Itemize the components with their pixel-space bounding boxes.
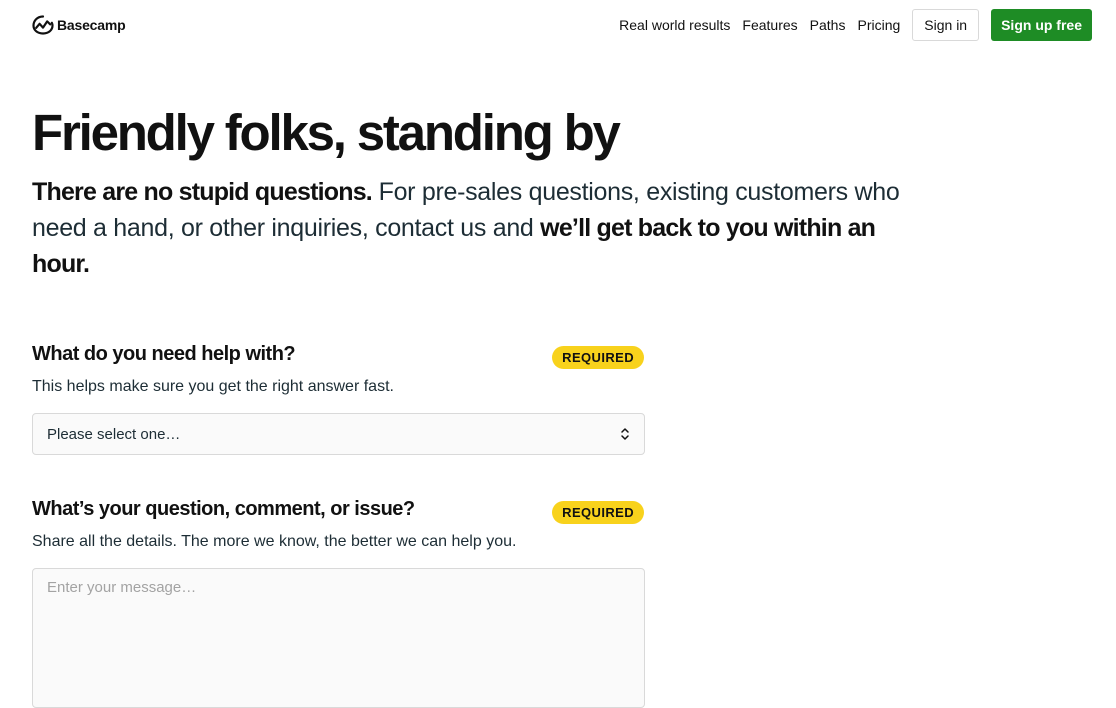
select-chevrons-icon (621, 428, 629, 440)
help-topic-selected-value: Please select one… (47, 425, 181, 443)
nav-paths[interactable]: Paths (810, 9, 846, 41)
sign-up-free-button[interactable]: Sign up free (991, 9, 1092, 41)
required-badge: REQUIRED (552, 501, 644, 524)
question-section: What’s your question, comment, or issue?… (32, 496, 645, 708)
intro-bold-lead: There are no stupid questions. (32, 178, 373, 206)
help-topic-section: What do you need help with? REQUIRED Thi… (32, 341, 645, 455)
help-topic-description: This helps make sure you get the right a… (32, 378, 394, 395)
message-textarea[interactable] (32, 568, 645, 708)
site-header: Basecamp Real world results Features Pat… (0, 0, 1116, 50)
main-nav: Real world results Features Paths Pricin… (619, 9, 1092, 41)
basecamp-logo[interactable]: Basecamp (32, 14, 126, 36)
question-description: Share all the details. The more we know,… (32, 533, 517, 550)
nav-pricing[interactable]: Pricing (857, 9, 900, 41)
nav-real-world-results[interactable]: Real world results (619, 9, 730, 41)
required-badge: REQUIRED (552, 346, 644, 369)
intro-paragraph: There are no stupid questions. For pre-s… (32, 174, 912, 282)
basecamp-logo-icon (32, 15, 54, 35)
logo-text: Basecamp (57, 17, 126, 33)
page-title: Friendly folks, standing by (32, 104, 621, 161)
sign-in-button[interactable]: Sign in (912, 9, 980, 41)
nav-features[interactable]: Features (742, 9, 797, 41)
help-topic-select[interactable]: Please select one… (32, 413, 645, 455)
